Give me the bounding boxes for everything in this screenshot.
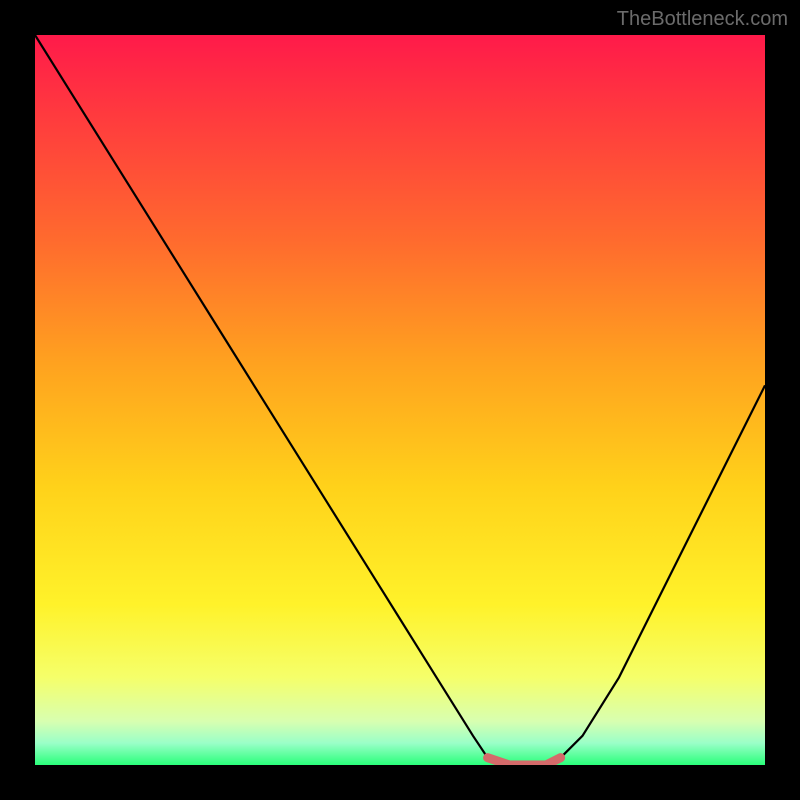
bottleneck-curve — [35, 35, 765, 765]
chart-area — [35, 35, 765, 765]
curve-layer — [35, 35, 765, 765]
watermark-text: TheBottleneck.com — [617, 8, 788, 31]
highlight-segment — [488, 758, 561, 765]
